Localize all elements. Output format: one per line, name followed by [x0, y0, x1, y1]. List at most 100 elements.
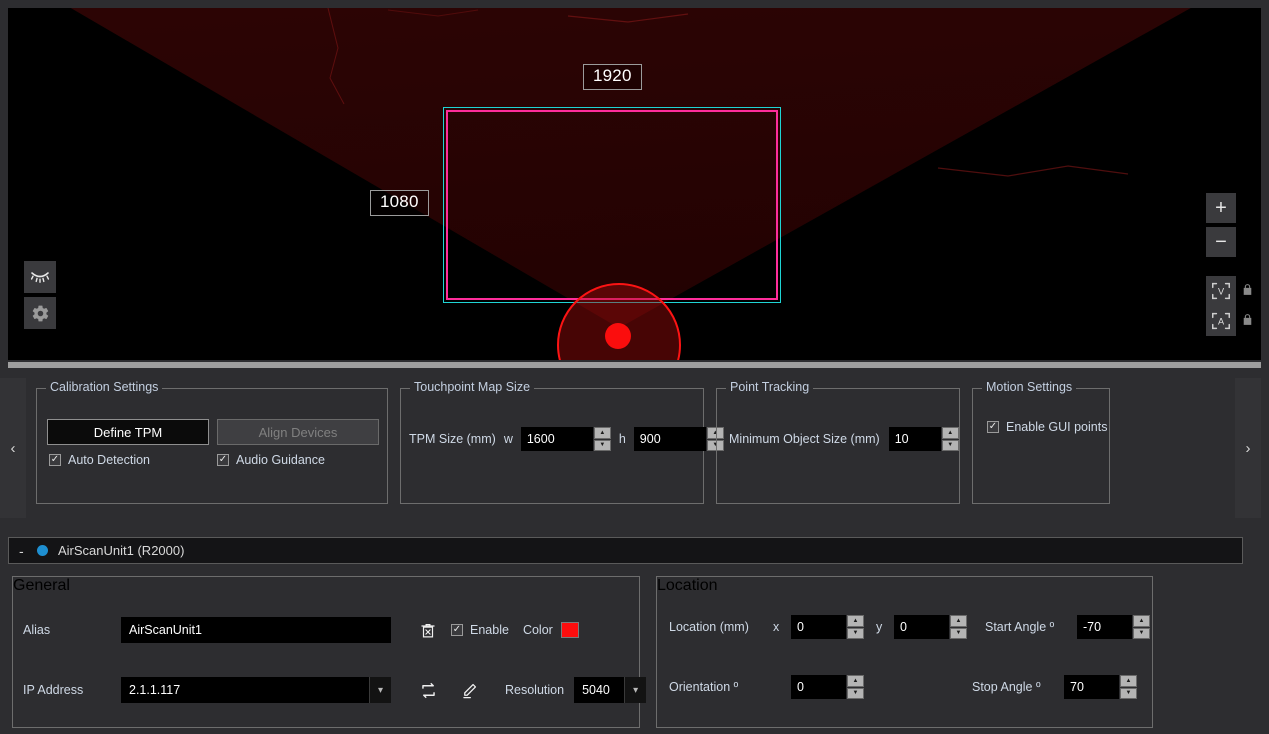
device-title: AirScanUnit1 (R2000): [58, 543, 185, 558]
location-x-spinner[interactable]: ▲ ▼: [847, 615, 864, 639]
resolution-combobox[interactable]: ▾: [574, 677, 647, 703]
tpm-width-axis-label: w: [503, 432, 513, 446]
tpm-size-label: TPM Size (mm): [409, 432, 496, 446]
sensor-origin-dot[interactable]: [605, 323, 631, 349]
fit-all-button[interactable]: A: [1206, 306, 1236, 336]
spin-down-icon[interactable]: ▼: [950, 627, 967, 639]
min-object-size-spinner[interactable]: ▲ ▼: [941, 427, 959, 451]
orientation-spinner[interactable]: ▲ ▼: [847, 675, 864, 699]
refresh-device-button[interactable]: [419, 681, 438, 700]
device-status-indicator: [37, 545, 48, 556]
enable-gui-points-checkbox[interactable]: ✓ Enable GUI points: [987, 420, 1107, 434]
start-angle-stepper[interactable]: ▲ ▼: [1077, 615, 1150, 639]
pencil-icon: [463, 683, 477, 698]
delete-device-button[interactable]: [419, 621, 437, 640]
resolution-input[interactable]: [574, 677, 625, 703]
group-legend: General: [13, 577, 70, 594]
chevron-down-icon[interactable]: ▾: [624, 677, 647, 703]
touchpoint-map-size-group: Touchpoint Map Size TPM Size (mm) w ▲ ▼ …: [400, 380, 724, 504]
spin-down-icon[interactable]: ▼: [1133, 627, 1150, 639]
calibration-settings-group: Calibration Settings Define TPM Align De…: [36, 380, 388, 504]
stop-angle-spinner[interactable]: ▲ ▼: [1120, 675, 1137, 699]
audio-guidance-checkbox[interactable]: ✓ Audio Guidance: [217, 453, 325, 467]
motion-settings-group: Motion Settings ✓ Enable GUI points: [972, 380, 1110, 504]
group-legend: Point Tracking: [726, 380, 814, 394]
spin-up-icon[interactable]: ▲: [950, 615, 967, 627]
group-legend: Location: [657, 577, 718, 594]
visibility-toggle-button[interactable]: [24, 261, 56, 293]
fit-brackets-v-icon: V: [1212, 282, 1230, 300]
svg-text:A: A: [1218, 317, 1225, 327]
spin-up-icon[interactable]: ▲: [941, 427, 959, 439]
settings-prev-button[interactable]: ‹: [0, 378, 26, 518]
location-y-stepper[interactable]: ▲ ▼: [894, 615, 967, 639]
spin-up-icon[interactable]: ▲: [1133, 615, 1150, 627]
checkbox-label: Enable GUI points: [1006, 420, 1108, 434]
chevron-down-icon[interactable]: ▾: [369, 677, 391, 703]
define-tpm-button[interactable]: Define TPM: [47, 419, 209, 445]
location-y-input[interactable]: [894, 615, 949, 639]
spin-up-icon[interactable]: ▲: [847, 615, 864, 627]
min-object-size-stepper[interactable]: ▲ ▼: [888, 427, 959, 451]
touchpoint-map-rectangle[interactable]: [443, 107, 781, 303]
checkbox-label: Enable: [470, 623, 509, 637]
checkbox-label: Auto Detection: [68, 453, 150, 467]
fit-view-button[interactable]: V: [1206, 276, 1236, 306]
auto-detection-checkbox[interactable]: ✓ Auto Detection: [49, 453, 150, 467]
location-y-spinner[interactable]: ▲ ▼: [950, 615, 967, 639]
checkmark-icon: ✓: [451, 624, 463, 636]
location-x-axis-label: x: [773, 620, 780, 634]
viewport-settings-button[interactable]: [24, 297, 56, 329]
lock-all-icon[interactable]: [1239, 310, 1255, 328]
spin-up-icon[interactable]: ▲: [847, 675, 864, 687]
lock-view-icon[interactable]: [1239, 280, 1255, 298]
point-tracking-group: Point Tracking Minimum Object Size (mm) …: [716, 380, 960, 504]
alias-label: Alias: [23, 623, 51, 637]
eye-closed-icon: [30, 272, 50, 283]
device-header-bar[interactable]: - AirScanUnit1 (R2000): [8, 537, 1243, 564]
spin-up-icon[interactable]: ▲: [1120, 675, 1137, 687]
spin-up-icon[interactable]: ▲: [593, 427, 611, 439]
ip-address-combobox[interactable]: ▾: [121, 677, 391, 703]
enable-device-checkbox[interactable]: ✓ Enable: [451, 623, 509, 637]
ip-address-input[interactable]: [121, 677, 369, 703]
location-group: Location Location (mm) x ▲ ▼ y ▲ ▼ Start…: [656, 576, 1153, 728]
resolution-label: Resolution: [505, 683, 565, 697]
ip-address-label: IP Address: [23, 683, 84, 697]
location-x-stepper[interactable]: ▲ ▼: [791, 615, 864, 639]
stop-angle-label: Stop Angle º: [972, 680, 1041, 694]
device-color-swatch[interactable]: [560, 622, 579, 638]
tpm-height-input[interactable]: [633, 427, 706, 451]
group-legend: Touchpoint Map Size: [410, 380, 535, 394]
spin-down-icon[interactable]: ▼: [593, 439, 611, 451]
orientation-label: Orientation º: [669, 680, 739, 694]
stop-angle-input[interactable]: [1064, 675, 1119, 699]
alias-input[interactable]: [121, 617, 391, 643]
zoom-out-button[interactable]: −: [1206, 227, 1236, 257]
spin-down-icon[interactable]: ▼: [1120, 687, 1137, 699]
color-label: Color: [522, 623, 553, 637]
scan-viewport[interactable]: 1920 1080 + − V A: [8, 8, 1261, 360]
align-devices-button: Align Devices: [217, 419, 379, 445]
start-angle-input[interactable]: [1077, 615, 1132, 639]
spin-down-icon[interactable]: ▼: [847, 687, 864, 699]
settings-next-button[interactable]: ›: [1235, 378, 1261, 518]
location-x-input[interactable]: [791, 615, 846, 639]
tpm-height-stepper[interactable]: ▲ ▼: [633, 427, 724, 451]
tpm-width-input[interactable]: [520, 427, 593, 451]
spin-down-icon[interactable]: ▼: [941, 439, 959, 451]
orientation-input[interactable]: [791, 675, 846, 699]
zoom-in-button[interactable]: +: [1206, 193, 1236, 223]
start-angle-spinner[interactable]: ▲ ▼: [1133, 615, 1150, 639]
edit-device-button[interactable]: [460, 681, 479, 700]
checkmark-icon: ✓: [987, 421, 999, 433]
min-object-size-input[interactable]: [888, 427, 941, 451]
viewport-horizontal-scrollbar[interactable]: [8, 362, 1261, 368]
tpm-width-spinner[interactable]: ▲ ▼: [593, 427, 611, 451]
stop-angle-stepper[interactable]: ▲ ▼: [1064, 675, 1137, 699]
refresh-icon: [422, 682, 435, 698]
spin-down-icon[interactable]: ▼: [847, 627, 864, 639]
orientation-stepper[interactable]: ▲ ▼: [791, 675, 864, 699]
collapse-toggle-icon[interactable]: -: [19, 543, 27, 559]
tpm-width-stepper[interactable]: ▲ ▼: [520, 427, 611, 451]
